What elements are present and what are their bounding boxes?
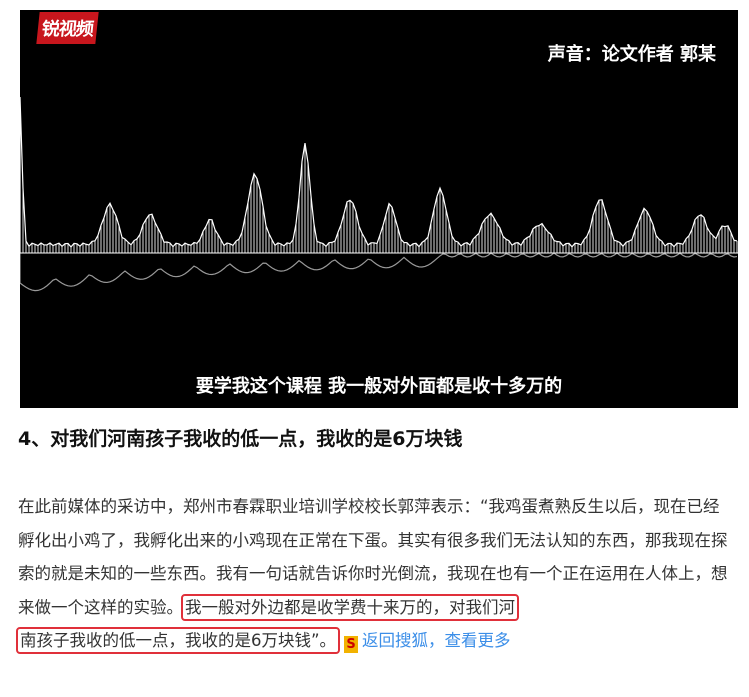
highlighted-quote-1: 我一般对外边都是收学费十来万的，对我们河 <box>181 593 519 621</box>
video-subtitle: 要学我这个课程 我一般对外面都是收十多万的 <box>195 376 563 397</box>
article-paragraph: 在此前媒体的采访中，郑州市春霖职业培训学校校长郭萍表示：“我鸡蛋煮熟反生以后，现… <box>15 490 734 658</box>
sohu-icon: S <box>344 636 359 653</box>
waveform-envelope <box>20 252 738 292</box>
voice-credit: 声音：论文作者 郭某 <box>547 44 716 65</box>
audio-waveform <box>20 96 738 292</box>
back-to-sohu-link[interactable]: 返回搜狐，查看更多 <box>362 631 511 650</box>
waveform-envelope <box>20 96 738 253</box>
section-heading: 4、对我们河南孩子我收的低一点，我收的是6万块钱 <box>18 428 463 450</box>
highlighted-quote-2: 南孩子我收的低一点，我收的是6万块钱”。 <box>15 627 341 654</box>
video-frame[interactable]: 锐视频 声音：论文作者 郭某 要学我这个课程 我一般对外面都是收十多万的 <box>20 10 738 408</box>
video-logo: 锐视频 <box>36 12 99 44</box>
